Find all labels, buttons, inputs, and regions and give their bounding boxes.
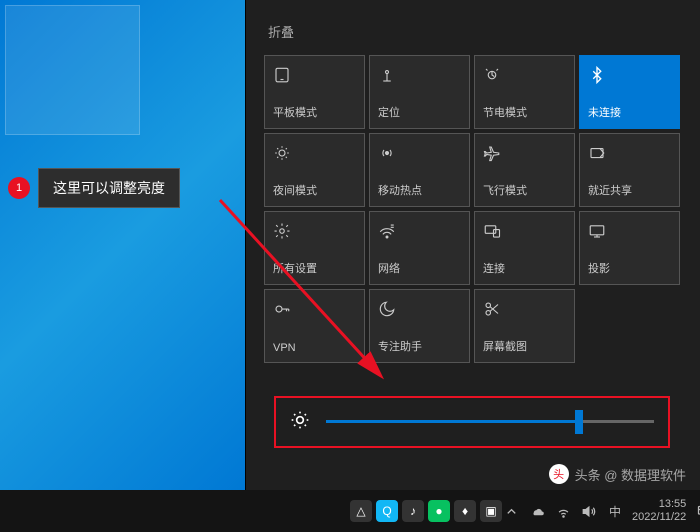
chevron-up-icon[interactable] bbox=[502, 502, 520, 520]
nearbyshare-icon bbox=[588, 142, 671, 164]
watermark-badge-icon: 头 bbox=[549, 464, 569, 484]
bluetooth-icon bbox=[588, 64, 671, 86]
ime-icon[interactable]: 中 bbox=[606, 502, 624, 520]
annotation-text: 这里可以调整亮度 bbox=[38, 168, 180, 208]
system-tray: 中 13:55 2022/11/22 bbox=[502, 498, 700, 524]
app-icon[interactable]: ♪ bbox=[402, 500, 424, 522]
tile-label: 未连接 bbox=[588, 104, 671, 120]
tile-label: 就近共享 bbox=[588, 182, 671, 198]
taskbar-app-icons: △ Q ♪ ● ♦ ▣ bbox=[350, 500, 502, 522]
network-icon bbox=[378, 220, 461, 242]
nightlight-icon bbox=[273, 142, 356, 164]
project-icon bbox=[588, 220, 671, 242]
tile-label: 专注助手 bbox=[378, 338, 461, 354]
collapse-button[interactable]: 折叠 bbox=[268, 22, 682, 41]
brightness-slider[interactable] bbox=[326, 420, 654, 424]
tile-settings[interactable]: 所有设置 bbox=[264, 211, 365, 285]
wechat-icon[interactable]: ● bbox=[428, 500, 450, 522]
volume-icon[interactable] bbox=[580, 502, 598, 520]
tile-label: 平板模式 bbox=[273, 104, 356, 120]
slider-thumb[interactable] bbox=[575, 410, 583, 434]
notification-icon[interactable] bbox=[694, 502, 700, 520]
date-text: 2022/11/22 bbox=[632, 511, 686, 524]
clock[interactable]: 13:55 2022/11/22 bbox=[632, 498, 686, 524]
vpn-icon bbox=[273, 298, 356, 320]
annotation-number: 1 bbox=[8, 177, 30, 199]
tile-vpn[interactable]: VPN bbox=[264, 289, 365, 363]
tile-focus[interactable]: 专注助手 bbox=[369, 289, 470, 363]
tile-label: 飞行模式 bbox=[483, 182, 566, 198]
tile-location[interactable]: 定位 bbox=[369, 55, 470, 129]
tile-project[interactable]: 投影 bbox=[579, 211, 680, 285]
tile-label: 夜间模式 bbox=[273, 182, 356, 198]
window-outline bbox=[5, 5, 140, 135]
tile-label: 网络 bbox=[378, 260, 461, 276]
tile-hotspot[interactable]: 移动热点 bbox=[369, 133, 470, 207]
brightness-icon bbox=[290, 410, 310, 435]
watermark-text: 头条 @ 数据理软件 bbox=[575, 465, 686, 484]
app-icon[interactable]: ♦ bbox=[454, 500, 476, 522]
app-icon[interactable]: △ bbox=[350, 500, 372, 522]
time-text: 13:55 bbox=[632, 498, 686, 511]
brightness-control bbox=[274, 396, 670, 448]
slider-fill bbox=[326, 420, 579, 423]
tile-label: 定位 bbox=[378, 104, 461, 120]
tile-label: 所有设置 bbox=[273, 260, 356, 276]
tile-bluetooth[interactable]: 未连接 bbox=[579, 55, 680, 129]
tile-snip[interactable]: 屏幕截图 bbox=[474, 289, 575, 363]
tile-label: 投影 bbox=[588, 260, 671, 276]
connect-icon bbox=[483, 220, 566, 242]
watermark: 头 头条 @ 数据理软件 bbox=[549, 464, 686, 484]
tile-airplane[interactable]: 飞行模式 bbox=[474, 133, 575, 207]
onedrive-icon[interactable] bbox=[528, 502, 546, 520]
taskbar: △ Q ♪ ● ♦ ▣ 中 13:55 2022/11/22 bbox=[0, 490, 700, 532]
battery-icon bbox=[483, 64, 566, 86]
tile-battery[interactable]: 节电模式 bbox=[474, 55, 575, 129]
desktop-wallpaper bbox=[0, 0, 245, 490]
wifi-icon[interactable] bbox=[554, 502, 572, 520]
quick-action-tiles: 平板模式 定位 节电模式 未连接夜间模式 移动热点 飞行模式 就近共享所有设置 网络 连接 投影 V… bbox=[264, 55, 682, 363]
app-icon[interactable]: ▣ bbox=[480, 500, 502, 522]
tablet-icon bbox=[273, 64, 356, 86]
tile-label: 连接 bbox=[483, 260, 566, 276]
tile-label: 节电模式 bbox=[483, 104, 566, 120]
tile-nearbyshare[interactable]: 就近共享 bbox=[579, 133, 680, 207]
airplane-icon bbox=[483, 142, 566, 164]
qq-icon[interactable]: Q bbox=[376, 500, 398, 522]
annotation-callout: 1 这里可以调整亮度 bbox=[8, 168, 180, 208]
snip-icon bbox=[483, 298, 566, 320]
tile-tablet[interactable]: 平板模式 bbox=[264, 55, 365, 129]
tile-label: 屏幕截图 bbox=[483, 338, 566, 354]
hotspot-icon bbox=[378, 142, 461, 164]
tile-nightlight[interactable]: 夜间模式 bbox=[264, 133, 365, 207]
focus-icon bbox=[378, 298, 461, 320]
tile-label: VPN bbox=[273, 342, 356, 354]
tile-network[interactable]: 网络 bbox=[369, 211, 470, 285]
location-icon bbox=[378, 64, 461, 86]
settings-icon bbox=[273, 220, 356, 242]
tile-connect[interactable]: 连接 bbox=[474, 211, 575, 285]
tile-label: 移动热点 bbox=[378, 182, 461, 198]
